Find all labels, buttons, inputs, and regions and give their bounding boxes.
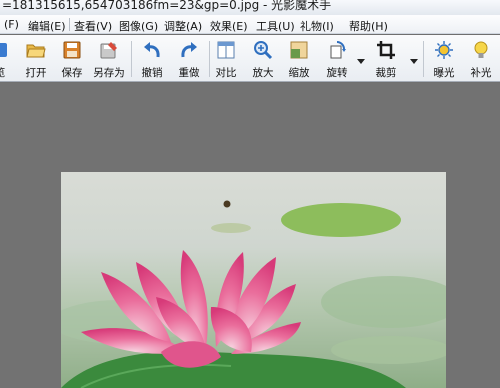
crop-button[interactable]: 裁剪 bbox=[368, 38, 404, 80]
menu-effects[interactable]: 效果(E) bbox=[210, 18, 248, 34]
save-as-label: 另存为 bbox=[93, 67, 125, 79]
rotate-label: 旋转 bbox=[326, 67, 348, 79]
menu-view[interactable]: 查看(V) bbox=[74, 18, 112, 34]
crop-dropdown-arrow[interactable] bbox=[410, 55, 418, 64]
menu-edit[interactable]: 编辑(E) bbox=[28, 18, 66, 34]
menu-image[interactable]: 图像(G) bbox=[119, 18, 158, 34]
menu-bar: (F) 编辑(E) 查看(V) 图像(G) 调整(A) 效果(E) 工具(U) … bbox=[0, 15, 500, 34]
chevron-down-icon bbox=[357, 59, 365, 64]
fill-light-button[interactable]: 补光 bbox=[463, 38, 499, 80]
redo-arrow-icon bbox=[181, 42, 197, 58]
chevron-down-icon bbox=[410, 59, 418, 64]
lotus-flower-image bbox=[61, 172, 446, 388]
fill-light-label: 补光 bbox=[470, 67, 492, 79]
shrink-button[interactable]: 缩放 bbox=[281, 38, 317, 80]
main-toolbar: 览 打开 保存 另存为 撤销 bbox=[0, 35, 500, 82]
save-as-button[interactable]: 另存为 bbox=[91, 38, 127, 80]
zoom-in-button[interactable]: 放大 bbox=[245, 38, 281, 80]
rotate-dropdown-arrow[interactable] bbox=[357, 55, 365, 64]
menu-file[interactable]: (F) bbox=[4, 18, 19, 31]
menu-help[interactable]: 帮助(H) bbox=[349, 18, 388, 34]
compare-icon bbox=[217, 41, 235, 59]
open-button[interactable]: 打开 bbox=[18, 38, 54, 80]
lotus-photo bbox=[61, 172, 446, 388]
menu-separator bbox=[69, 18, 70, 31]
rotate-button[interactable]: 旋转 bbox=[319, 38, 355, 80]
save-as-icon bbox=[100, 42, 117, 59]
browse-icon bbox=[0, 43, 7, 57]
floppy-disk-icon bbox=[63, 41, 81, 59]
sun-exposure-icon bbox=[435, 41, 453, 59]
save-button[interactable]: 保存 bbox=[54, 38, 90, 80]
menu-gifts[interactable]: 礼物(I) bbox=[300, 18, 334, 34]
exposure-button[interactable]: 曝光 bbox=[426, 38, 462, 80]
crop-label: 裁剪 bbox=[375, 67, 397, 79]
folder-open-icon bbox=[26, 44, 46, 58]
light-bulb-icon bbox=[474, 41, 488, 58]
title-bar: =181315615,654703186fm=23&gp=0.jpg - 光影魔… bbox=[0, 0, 500, 15]
crop-icon bbox=[377, 41, 395, 59]
compare-button[interactable]: 对比 bbox=[208, 38, 244, 80]
menu-adjust[interactable]: 调整(A) bbox=[164, 18, 202, 34]
undo-arrow-icon bbox=[144, 42, 160, 58]
rotate-icon bbox=[330, 41, 346, 59]
window-title: =181315615,654703186fm=23&gp=0.jpg - 光影魔… bbox=[2, 0, 332, 12]
redo-button[interactable]: 重做 bbox=[171, 38, 207, 80]
menu-tools[interactable]: 工具(U) bbox=[256, 18, 295, 34]
undo-button[interactable]: 撤销 bbox=[134, 38, 170, 80]
resize-icon bbox=[290, 41, 308, 59]
magnifier-plus-icon bbox=[254, 41, 273, 60]
image-canvas-area[interactable] bbox=[0, 83, 500, 388]
